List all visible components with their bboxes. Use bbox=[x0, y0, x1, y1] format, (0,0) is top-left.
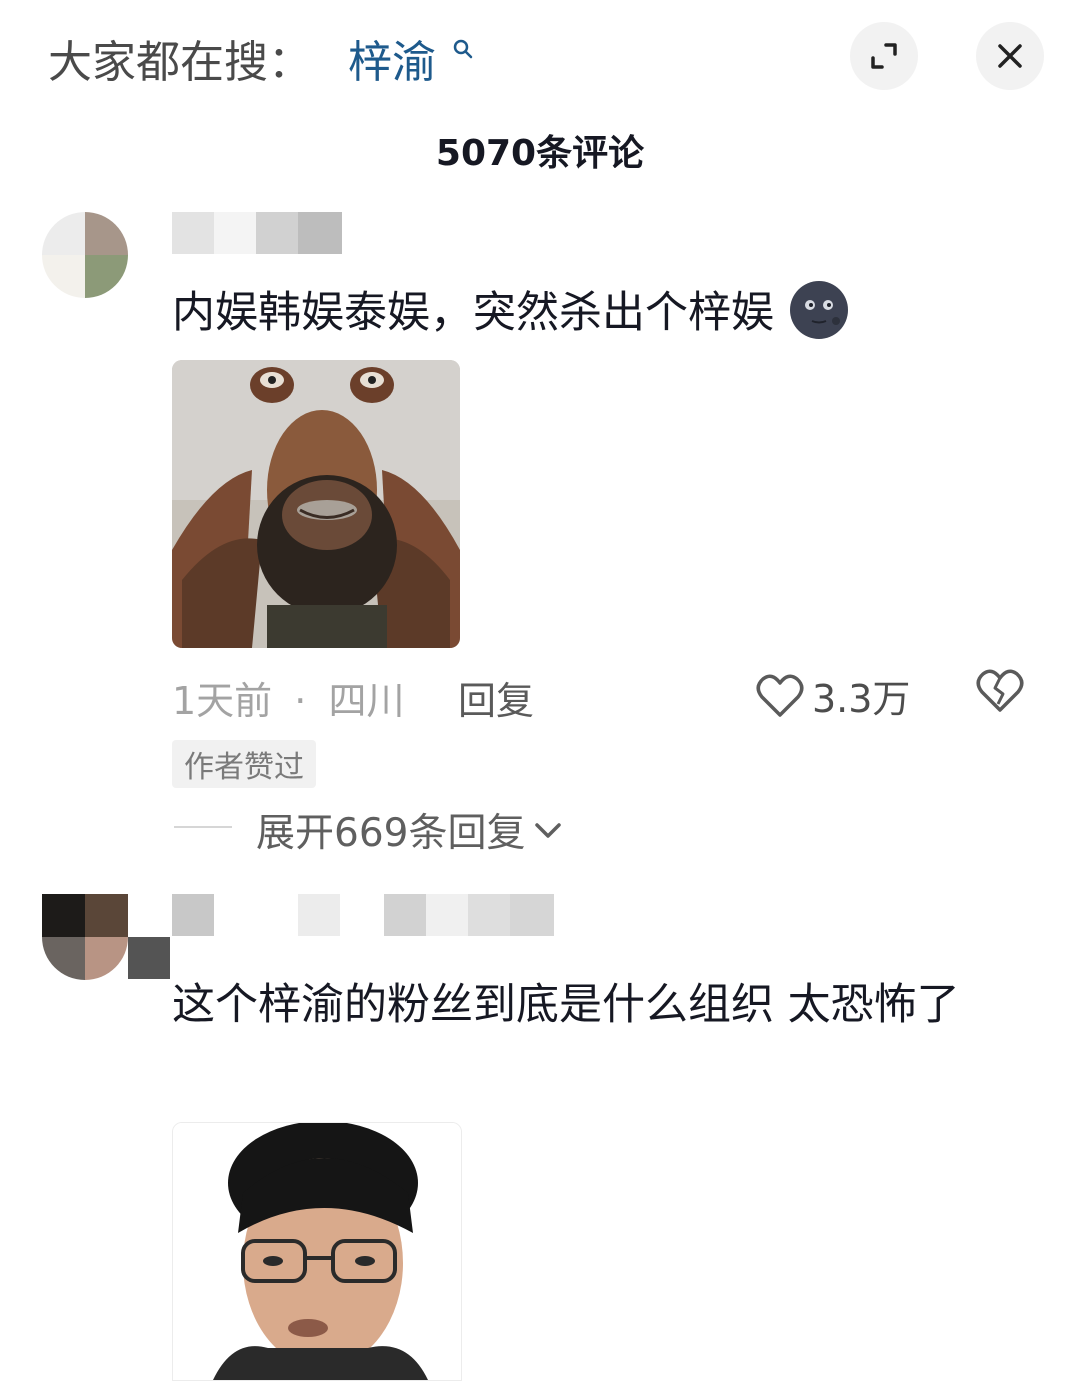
reply-button[interactable]: 回复 bbox=[458, 670, 534, 725]
broken-heart-icon bbox=[976, 669, 1024, 712]
meme-photo bbox=[172, 360, 460, 648]
comment-text: 内娱韩娱泰娱，突然杀出个梓娱 bbox=[172, 278, 1032, 348]
expand-replies-button[interactable]: 展开669条回复 bbox=[256, 802, 563, 858]
heart-outline-icon bbox=[756, 674, 804, 717]
like-count: 3.3万 bbox=[812, 677, 911, 721]
comment-image[interactable] bbox=[172, 1122, 462, 1381]
username-blurred[interactable] bbox=[172, 894, 556, 938]
meta-separator: · bbox=[294, 679, 307, 723]
username-blurred[interactable] bbox=[172, 212, 342, 254]
expand-button[interactable] bbox=[850, 22, 918, 90]
search-icon[interactable] bbox=[452, 38, 474, 60]
search-term-link[interactable]: 梓渝 bbox=[348, 26, 436, 90]
like-button[interactable]: 3.3万 bbox=[756, 668, 910, 723]
expand-replies-label: 展开669条回复 bbox=[256, 811, 526, 856]
chevron-down-icon bbox=[535, 823, 562, 838]
expand-icon bbox=[871, 43, 897, 69]
avatar[interactable] bbox=[42, 212, 128, 298]
comment-time: 1天前 bbox=[172, 679, 273, 723]
dislike-button[interactable] bbox=[976, 668, 1024, 718]
close-button[interactable] bbox=[976, 22, 1044, 90]
avatar-edge-blur bbox=[128, 937, 170, 979]
comments-count-title: 5070条评论 bbox=[435, 133, 645, 174]
comment-text-content: 内娱韩娱泰娱，突然杀出个梓娱 bbox=[172, 288, 774, 338]
divider-line bbox=[174, 826, 232, 828]
new-moon-face-emoji bbox=[789, 281, 848, 339]
author-liked-badge: 作者赞过 bbox=[172, 740, 316, 788]
comment-text: 这个梓渝的粉丝到底是什么组织 太恐怖了 bbox=[172, 980, 960, 1030]
comment-image[interactable] bbox=[172, 360, 460, 648]
search-prefix: 大家都在搜： bbox=[48, 37, 312, 88]
comment-meta: 1天前 · 四川 bbox=[172, 670, 404, 725]
avatar[interactable] bbox=[42, 894, 128, 980]
close-icon bbox=[998, 44, 1022, 68]
comment-location: 四川 bbox=[328, 679, 405, 723]
meme-photo bbox=[173, 1123, 461, 1380]
